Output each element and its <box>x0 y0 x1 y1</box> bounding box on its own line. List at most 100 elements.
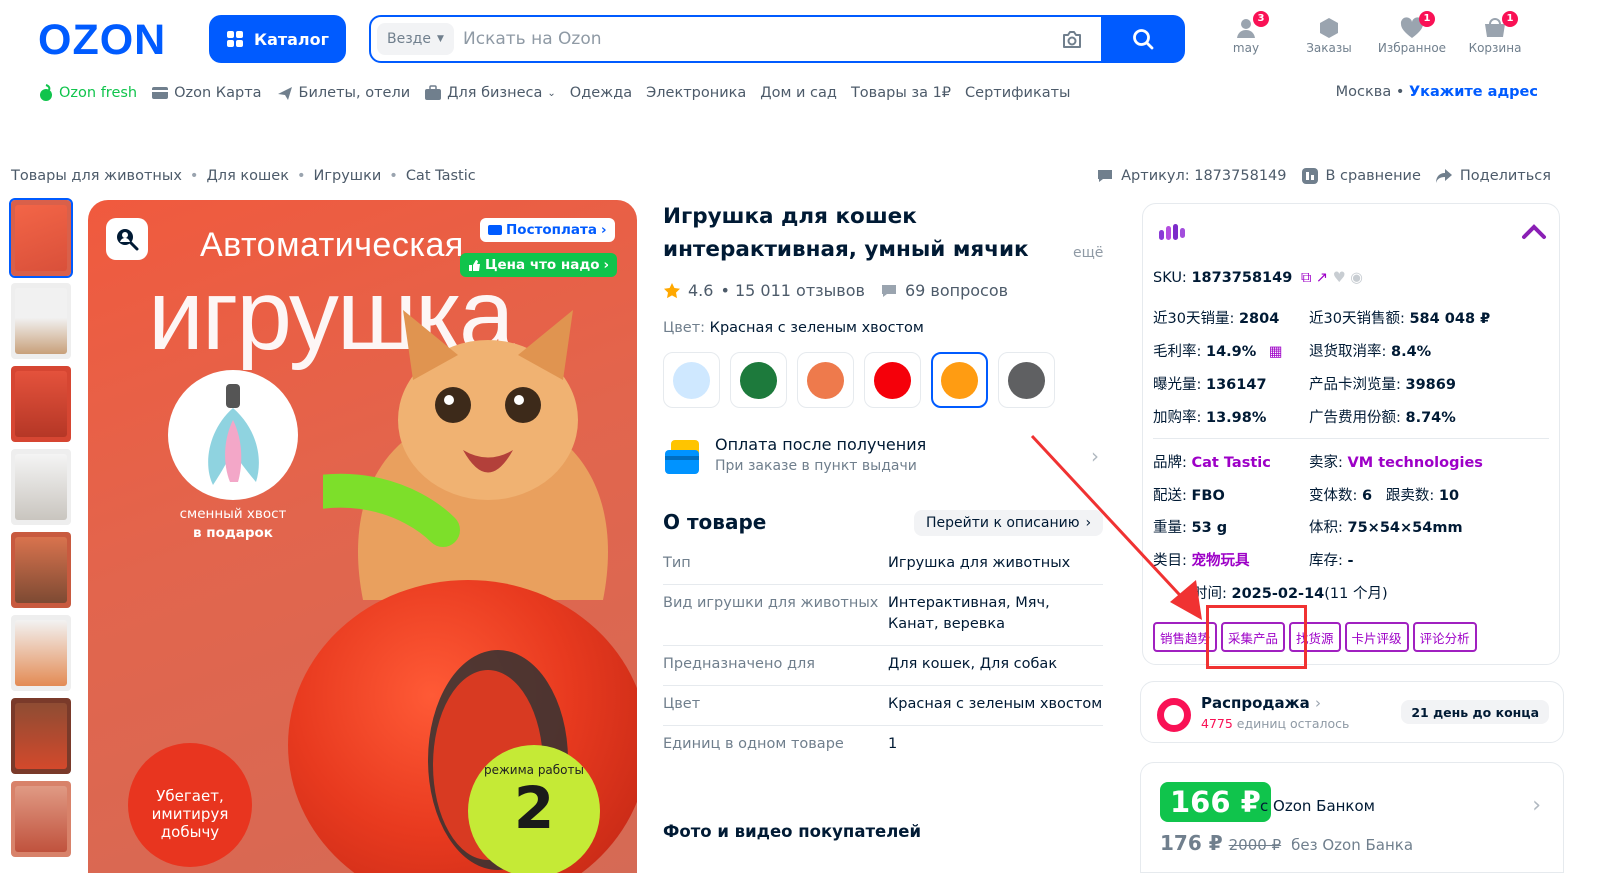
stat-value: 75×54×54mm <box>1347 520 1463 536</box>
rating-value: 4.6 <box>688 281 714 300</box>
stat-label: 近30天销售额: <box>1309 311 1405 327</box>
rating-row[interactable]: 4.6 • 15 011 отзывов 69 вопросов <box>663 281 1008 300</box>
revenue30-row: 近30天销售额: 584 048 ₽ <box>1309 307 1490 328</box>
nav-item-ozon-card[interactable]: Ozon Карта <box>151 85 262 101</box>
spec-value: 1 <box>888 736 898 752</box>
seller-link[interactable]: VM technologies <box>1348 455 1483 471</box>
stat-label: 跟卖数: <box>1385 488 1435 504</box>
gift-caption-line: в подарок <box>193 525 273 541</box>
color-swatch[interactable] <box>864 352 921 408</box>
thumbnail[interactable] <box>11 698 71 774</box>
top-nav: Ozon fresh Ozon Карта Билеты, отели Для … <box>38 82 1071 104</box>
search-scope-dropdown[interactable]: Везде ▼ <box>377 23 454 55</box>
thumbnail[interactable] <box>9 198 73 278</box>
cart-button[interactable]: 1 Корзина <box>1460 11 1530 55</box>
thumbnail[interactable] <box>11 283 71 359</box>
nav-label: Ozon Карта <box>174 85 262 101</box>
breadcrumb: Товары для животных • Для кошек • Игрушки •… <box>11 168 476 184</box>
favorites-button[interactable]: 1 Избранное <box>1377 11 1447 55</box>
questions-count[interactable]: 69 вопросов <box>905 281 1008 300</box>
good-price-badge[interactable]: Цена что надо › <box>460 253 618 277</box>
stat-label: 体积: <box>1309 520 1343 536</box>
spec-key: Тип <box>663 555 691 571</box>
chevron-down-icon: ⌄ <box>547 87 556 99</box>
plane-icon <box>277 87 292 100</box>
card-rating-button[interactable]: 卡片评级 <box>1344 622 1409 652</box>
breadcrumb-item[interactable]: Игрушки <box>314 168 382 184</box>
share-button[interactable]: Поделиться <box>1435 168 1551 184</box>
postpay-badge[interactable]: Постоплата › <box>480 218 615 242</box>
heart-outline-icon[interactable]: ♥ <box>1333 270 1346 286</box>
thumbnail-strip <box>9 198 73 864</box>
cart-label: Корзина <box>1468 41 1522 55</box>
sale-card[interactable]: Распродажа › 4775 единиц осталось 21 ден… <box>1140 681 1564 743</box>
thumbnail[interactable] <box>11 532 71 608</box>
city-separator: • <box>1395 84 1405 100</box>
image-search-icon[interactable] <box>106 218 148 260</box>
spec-row: Единиц в одном товаре 1 <box>663 726 1103 765</box>
copy-icon[interactable]: ⧉ <box>1301 270 1311 286</box>
nav-item-tickets[interactable]: Билеты, отели <box>276 84 411 102</box>
compare-button[interactable]: В сравнение <box>1301 167 1421 185</box>
stat-value: 6 <box>1362 488 1373 504</box>
ozon-logo[interactable]: OZON <box>38 19 166 62</box>
chevron-up-icon[interactable] <box>1521 222 1547 240</box>
thumbnail[interactable] <box>11 449 71 525</box>
color-swatch[interactable] <box>998 352 1055 408</box>
search-input[interactable] <box>463 19 1023 59</box>
price-card[interactable]: 166 ₽ с Ozon Банком 176 ₽ 2000 ₽ без Ozon … <box>1140 762 1564 873</box>
nav-item-certificates[interactable]: Сертификаты <box>965 85 1070 101</box>
spec-key: Единиц в одном товаре <box>663 736 844 752</box>
chevron-right-icon: › <box>603 257 610 273</box>
external-link-icon[interactable]: ↗ <box>1316 270 1328 286</box>
caption-line: имитируя <box>151 805 229 823</box>
stat-age: (11 个月) <box>1324 586 1388 602</box>
thumbs-up-icon <box>469 259 480 271</box>
orders-button[interactable]: Заказы <box>1294 15 1364 55</box>
stat-label: 广告费用份额: <box>1309 410 1401 426</box>
calculator-icon[interactable]: ▦ <box>1269 344 1283 360</box>
chat-icon <box>1098 170 1113 182</box>
address-link[interactable]: Укажите адрес <box>1409 84 1538 100</box>
grid-icon <box>226 31 243 47</box>
thumbnail[interactable] <box>11 366 71 442</box>
nav-item-clothes[interactable]: Одежда <box>570 85 632 101</box>
regular-price: 176 ₽ 2000 ₽ без Ozon Банка <box>1160 831 1413 855</box>
catalog-button[interactable]: Каталог <box>209 15 346 63</box>
stat-value: 13.98% <box>1206 410 1267 426</box>
nav-label: Билеты, отели <box>298 85 411 101</box>
feather-tail-illustration <box>168 370 298 500</box>
color-swatch[interactable] <box>730 352 787 408</box>
profile-button[interactable]: 3 may <box>1211 11 1281 55</box>
breadcrumb-item[interactable]: Для кошек <box>206 168 289 184</box>
sale-ring-icon <box>1157 698 1191 732</box>
nav-item-ozon-fresh[interactable]: Ozon fresh <box>38 84 137 102</box>
breadcrumb-separator: • <box>189 168 199 184</box>
camera-icon[interactable] <box>1061 30 1083 50</box>
tag-icon[interactable]: ◉ <box>1350 270 1363 286</box>
breadcrumb-item[interactable]: Товары для животных <box>11 168 182 184</box>
color-swatch[interactable] <box>797 352 854 408</box>
stat-label: 变体数: <box>1309 488 1358 504</box>
nav-item-home-garden[interactable]: Дом и сад <box>760 85 837 101</box>
breadcrumb-item[interactable]: Cat Tastic <box>406 168 476 184</box>
article-copy[interactable]: Артикул: 1873758149 <box>1096 168 1287 184</box>
nav-item-goods-1rub[interactable]: Товары за 1₽ <box>851 85 951 101</box>
cart-badge: 1 <box>1502 11 1518 27</box>
color-swatch-selected[interactable] <box>931 352 988 408</box>
location-selector[interactable]: Москва • Укажите адрес <box>1336 84 1538 100</box>
main-product-image[interactable]: Автоматическая игрушка Постоплата › Цена… <box>88 200 637 873</box>
title-more-link[interactable]: ещё <box>1073 245 1103 261</box>
chevron-right-icon: › <box>600 222 607 238</box>
nav-item-electronics[interactable]: Электроника <box>646 85 746 101</box>
chevron-right-icon: › <box>1314 694 1321 712</box>
stat-value: 8.4% <box>1391 344 1432 360</box>
city-label: Москва <box>1335 84 1392 100</box>
thumbnail[interactable] <box>11 781 71 857</box>
review-analysis-button[interactable]: 评论分析 <box>1412 622 1477 652</box>
thumbnail[interactable] <box>11 615 71 691</box>
color-swatch[interactable] <box>663 352 720 408</box>
nav-item-business[interactable]: Для бизнеса ⌄ <box>424 85 556 101</box>
reviews-count[interactable]: • 15 011 отзывов <box>720 281 865 300</box>
search-button[interactable] <box>1101 15 1185 63</box>
